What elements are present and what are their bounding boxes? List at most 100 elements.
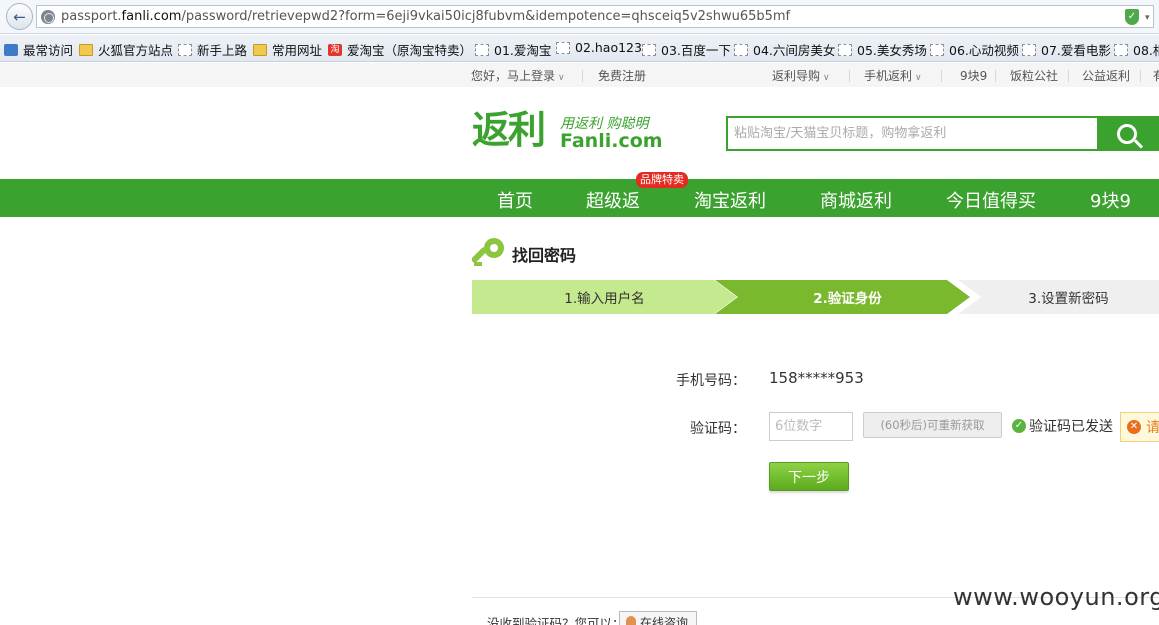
search-button[interactable] bbox=[1097, 116, 1157, 151]
bookmark-label: 02.hao123 bbox=[575, 40, 642, 55]
page-icon bbox=[475, 43, 489, 56]
step-label: 3.设置新密码 bbox=[1028, 291, 1109, 307]
bookmark-06[interactable]: 06.心动视频 bbox=[930, 40, 1019, 59]
bookmark-most-visited[interactable]: 最常访问 bbox=[4, 40, 73, 59]
main-nav: 首页 超级返 淘宝返利 商城返利 今日值得买 9块9 bbox=[0, 179, 1159, 217]
divider bbox=[995, 70, 996, 82]
page-icon bbox=[930, 43, 944, 56]
chevron-down-icon: ∨ bbox=[823, 73, 830, 83]
guide-label: 返利导购 bbox=[772, 69, 821, 83]
register-link[interactable]: 免费注册 bbox=[598, 67, 646, 84]
guide-menu[interactable]: 返利导购 ∨ bbox=[772, 67, 830, 84]
bookmark-04[interactable]: 04.六间房美女 bbox=[734, 40, 835, 59]
page-icon bbox=[556, 41, 570, 54]
url-field[interactable]: passport.fanli.com/password/retrievepwd2… bbox=[36, 5, 1154, 28]
nav-nine-nine[interactable]: 9块9 bbox=[1090, 187, 1131, 213]
mobile-menu[interactable]: 手机返利 ∨ bbox=[864, 67, 922, 84]
page-icon bbox=[1114, 43, 1128, 56]
code-sent-text: 验证码已发送 bbox=[1029, 419, 1113, 435]
page-icon bbox=[642, 43, 656, 56]
dropdown-arrow-icon[interactable]: ▾ bbox=[1145, 13, 1153, 23]
bookmark-label: 06.心动视频 bbox=[949, 43, 1019, 58]
back-arrow-icon: ← bbox=[13, 7, 26, 26]
login-label: 您好，马上登录 bbox=[471, 69, 556, 83]
verification-code-input[interactable] bbox=[769, 412, 853, 441]
charity-link[interactable]: 公益返利 bbox=[1082, 67, 1130, 84]
bookmark-label: 火狐官方站点 bbox=[98, 43, 174, 58]
page-icon bbox=[838, 43, 852, 56]
chevron-down-icon: ∨ bbox=[915, 73, 922, 83]
login-link[interactable]: 您好，马上登录 ∨ bbox=[471, 67, 565, 84]
url-prefix: passport. bbox=[61, 9, 122, 24]
nav-super-rebate[interactable]: 超级返 bbox=[586, 187, 640, 213]
page-icon bbox=[178, 43, 192, 56]
bookmark-getting-started[interactable]: 新手上路 bbox=[178, 40, 247, 59]
next-step-button[interactable]: 下一步 bbox=[769, 462, 849, 491]
nav-mall-rebate[interactable]: 商城返利 bbox=[820, 187, 892, 213]
bookmark-label: 01.爱淘宝 bbox=[494, 43, 552, 58]
bookmark-aitaobao-sale[interactable]: 淘爱淘宝（原淘宝特卖） bbox=[328, 40, 472, 59]
chevron-down-icon: ∨ bbox=[558, 73, 565, 83]
bookmark-label: 03.百度一下 bbox=[661, 43, 731, 58]
url-text: passport.fanli.com/password/retrievepwd2… bbox=[61, 9, 790, 24]
divider bbox=[849, 70, 850, 82]
taobao-icon: 淘 bbox=[328, 43, 342, 56]
divider bbox=[1140, 70, 1141, 82]
bookmark-08[interactable]: 08.相 bbox=[1114, 40, 1159, 59]
no-code-help-text: 没收到验证码？您可以： bbox=[487, 616, 625, 625]
nav-taobao-rebate[interactable]: 淘宝返利 bbox=[694, 187, 766, 213]
page-icon bbox=[734, 43, 748, 56]
globe-icon bbox=[41, 10, 55, 24]
nine-link[interactable]: 9块9 bbox=[960, 67, 987, 84]
page-icon bbox=[1022, 43, 1036, 56]
bookmark-label: 07.爱看电影 bbox=[1041, 43, 1111, 58]
bookmarks-bar: 最常访问 火狐官方站点 新手上路 常用网址 淘爱淘宝（原淘宝特卖） 01.爱淘宝… bbox=[0, 35, 1159, 62]
bookmark-03[interactable]: 03.百度一下 bbox=[642, 40, 731, 59]
error-tip: ✕ 请 bbox=[1120, 412, 1159, 442]
bookmark-label: 05.美女秀场 bbox=[857, 43, 927, 58]
step-enter-username: 1.输入用户名 bbox=[472, 280, 737, 314]
online-consult-button[interactable]: 在线咨询 bbox=[619, 611, 697, 625]
divider bbox=[1068, 70, 1069, 82]
step-set-new-password: 3.设置新密码 bbox=[958, 280, 1159, 314]
watermark: www.wooyun.org bbox=[953, 583, 1159, 611]
bookmark-star-icon bbox=[4, 43, 18, 56]
search-icon bbox=[1117, 123, 1137, 144]
back-button[interactable]: ← bbox=[6, 3, 33, 30]
phone-number: 158*****953 bbox=[769, 369, 864, 387]
nav-daily-deals[interactable]: 今日值得买 bbox=[946, 187, 1036, 213]
bookmark-common-urls[interactable]: 常用网址 bbox=[253, 40, 322, 59]
community-link[interactable]: 饭粒公社 bbox=[1010, 67, 1058, 84]
bookmark-02[interactable]: 02.hao123 bbox=[556, 40, 642, 55]
bookmark-label: 08.相 bbox=[1133, 43, 1159, 58]
url-path: /password/retrievepwd2?form=6eji9vkai50i… bbox=[181, 9, 791, 24]
consult-label: 在线咨询 bbox=[640, 615, 689, 625]
bookmark-01[interactable]: 01.爱淘宝 bbox=[475, 40, 551, 59]
page: ← passport.fanli.com/password/retrievepw… bbox=[0, 0, 1159, 625]
mobile-label: 手机返利 bbox=[864, 69, 913, 83]
resend-code-button[interactable]: (60秒后)可重新获取 bbox=[863, 412, 1002, 438]
address-bar: ← passport.fanli.com/password/retrievepw… bbox=[0, 0, 1159, 34]
search-box bbox=[726, 116, 1159, 151]
shield-icon[interactable]: ✓ bbox=[1125, 9, 1139, 25]
more-link[interactable]: 有 bbox=[1153, 67, 1159, 84]
fanli-logo[interactable]: 返利 用返利 购聪明 Fanli.com bbox=[472, 107, 663, 153]
bookmark-firefox-site[interactable]: 火狐官方站点 bbox=[79, 40, 173, 59]
bookmark-05[interactable]: 05.美女秀场 bbox=[838, 40, 927, 59]
bookmark-label: 爱淘宝（原淘宝特卖） bbox=[347, 43, 473, 58]
url-host: fanli.com bbox=[121, 9, 182, 24]
divider bbox=[582, 70, 583, 82]
bookmark-07[interactable]: 07.爱看电影 bbox=[1022, 40, 1111, 59]
divider bbox=[941, 70, 942, 82]
top-site-nav: 您好，马上登录 ∨ 免费注册 返利导购 ∨ 手机返利 ∨ 9块9 饭粒公社 公益返利 … bbox=[0, 63, 1159, 87]
logo-domain: Fanli.com bbox=[560, 130, 663, 152]
step-label: 2.验证身份 bbox=[813, 291, 882, 307]
nav-home[interactable]: 首页 bbox=[497, 187, 533, 213]
logo-text: 返利 bbox=[472, 107, 546, 152]
progress-steps: 1.输入用户名 2.验证身份 3.设置新密码 bbox=[472, 280, 1159, 314]
bookmark-label: 最常访问 bbox=[23, 43, 74, 58]
person-icon bbox=[626, 616, 636, 625]
search-input[interactable] bbox=[734, 118, 1094, 149]
code-sent-status: ✓ 验证码已发送 bbox=[1012, 416, 1113, 436]
close-icon: ✕ bbox=[1127, 420, 1141, 434]
